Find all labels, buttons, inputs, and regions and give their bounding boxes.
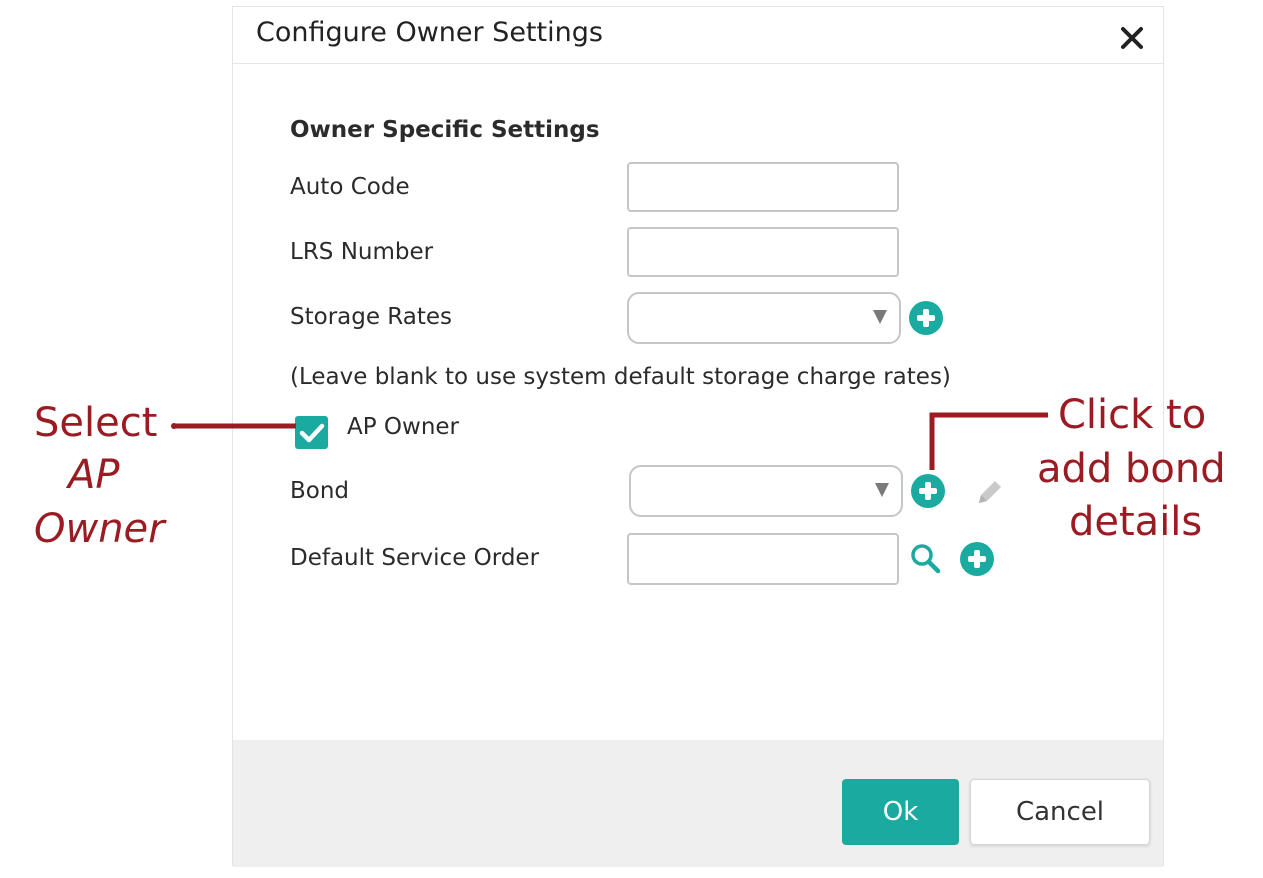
annotation-click-line3: details	[1069, 499, 1203, 545]
annotation-click-line2: add bond	[1037, 446, 1226, 492]
annotation-click-line1: Click to	[1058, 392, 1207, 438]
annotation-select-line3: Owner	[34, 506, 165, 552]
annotation-select-line2: AP	[68, 452, 120, 498]
annotation-select-line1: Select	[34, 400, 158, 446]
